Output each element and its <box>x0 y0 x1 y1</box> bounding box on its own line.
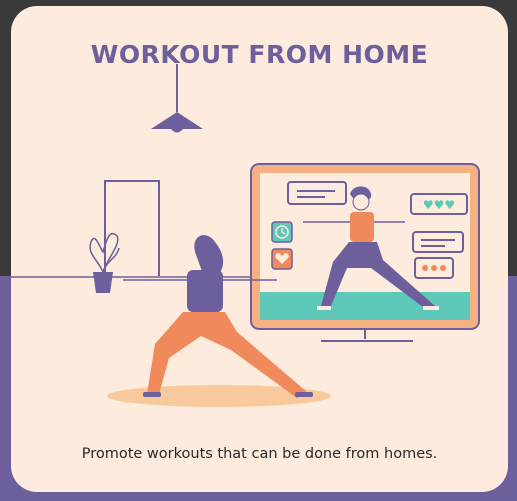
heart-icon <box>271 248 293 270</box>
card-caption: Promote workouts that can be done from h… <box>81 446 438 462</box>
workout-illustration: ♥♥♥ <box>11 64 480 407</box>
comment-bubble <box>412 231 464 253</box>
more-dots-icon <box>414 257 454 279</box>
chat-bubble <box>287 181 347 205</box>
hearts-icon: ♥♥♥ <box>410 193 468 215</box>
ceiling-lamp-icon <box>151 64 203 133</box>
info-card: WORKOUT FROM HOME ♥♥♥ Promote workouts t… <box>11 6 508 492</box>
clock-icon <box>271 221 293 243</box>
svg-text:♥♥♥: ♥♥♥ <box>423 198 455 212</box>
